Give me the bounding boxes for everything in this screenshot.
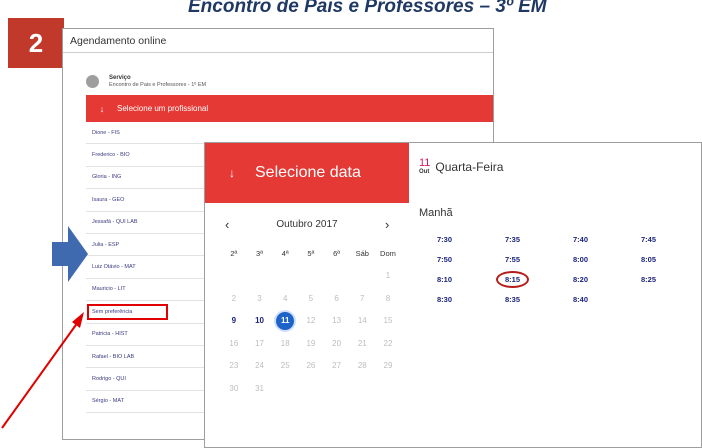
select-professional-label: Selecione um profissional [117, 104, 209, 113]
service-label: Serviço [109, 74, 131, 81]
select-date-label: Selecione data [255, 164, 361, 181]
day-name: Quarta-Feira [435, 159, 504, 174]
time-slot[interactable]: 8:30 [437, 295, 505, 304]
calendar-day[interactable]: 25 [272, 361, 298, 370]
app-header: Agendamento online [63, 29, 493, 53]
calendar-day[interactable]: 21 [349, 339, 375, 348]
arrow-down-icon: ↓ [99, 103, 105, 114]
calendar-day[interactable]: 4 [272, 294, 298, 303]
calendar-day[interactable]: 12 [298, 316, 324, 325]
time-slot[interactable]: 8:10 [437, 275, 505, 284]
calendar-day[interactable]: 31 [247, 384, 273, 393]
arrow-down-icon: ↓ [229, 166, 235, 180]
service-value: Encontro de Pais e Professores - 1º EM [109, 81, 207, 88]
calendar-day[interactable]: 5 [298, 294, 324, 303]
calendar-day[interactable]: 15 [375, 316, 401, 325]
weekday-label: Sáb [355, 248, 369, 258]
time-slot[interactable]: 7:50 [437, 255, 505, 264]
select-professional-header[interactable]: ↓ Selecione um profissional [86, 95, 493, 122]
selected-day-header: 11 Out Quarta-Feira [419, 157, 504, 176]
time-slot[interactable]: 8:25 [641, 275, 701, 284]
time-grid: 7:30 7:35 7:40 7:45 7:50 7:55 8:00 8:05 8:10 8:15… [437, 229, 701, 309]
time-slot[interactable]: 7:55 [505, 255, 573, 264]
select-date-header[interactable]: ↓ Selecione data [205, 143, 409, 203]
calendar-day[interactable]: 16 [221, 339, 247, 348]
calendar-day[interactable]: 9 [221, 316, 247, 325]
time-slot[interactable]: 7:35 [505, 235, 573, 244]
step-badge: 2 [8, 18, 64, 68]
weekday-label: 2ª [230, 248, 238, 258]
day-number: 11 [419, 157, 431, 169]
weekday-label: 5ª [307, 248, 315, 258]
calendar-day[interactable]: 23 [221, 361, 247, 370]
time-slot[interactable]: 8:05 [641, 255, 701, 264]
weekday-label: 3ª [256, 248, 263, 258]
calendar-day[interactable]: 22 [375, 339, 401, 348]
time-slot[interactable]: 8:20 [573, 275, 641, 284]
calendar-day-selected[interactable]: 11 [272, 311, 298, 330]
calendar-day[interactable]: 10 [247, 316, 273, 325]
day-month: Out [419, 169, 430, 175]
calendar-day[interactable]: 13 [324, 316, 350, 325]
weekday-label: Dom [380, 248, 396, 258]
service-icon [86, 74, 99, 88]
calendar-day[interactable]: 28 [349, 361, 375, 370]
calendar-day[interactable]: 26 [298, 361, 324, 370]
calendar-day[interactable]: 8 [375, 294, 401, 303]
red-pointer-arrow-icon [1, 312, 84, 429]
date-time-window: ↓ Selecione data ‹ Outubro 2017 › 2ª 3ª 4ª… [204, 142, 702, 448]
period-label: Manhã [419, 207, 453, 219]
calendar-day[interactable]: 1 [375, 271, 401, 280]
calendar-day[interactable]: 6 [324, 294, 350, 303]
calendar-day[interactable]: 20 [324, 339, 350, 348]
weekday-label: 6ª [333, 248, 341, 258]
calendar-day[interactable]: 29 [375, 361, 401, 370]
calendar-day[interactable]: 18 [272, 339, 298, 348]
time-slots-panel: 11 Out Quarta-Feira Manhã 7:30 7:35 7:40 7:… [409, 143, 701, 447]
next-month-button[interactable]: › [385, 217, 389, 232]
calendar-day[interactable]: 24 [247, 361, 273, 370]
service-info: Serviço Encontro de Pais e Professores -… [86, 69, 206, 93]
calendar-day[interactable]: 17 [247, 339, 273, 348]
blue-pointer-arrow-icon [52, 226, 88, 282]
time-slot[interactable]: 7:30 [437, 235, 505, 244]
time-slot[interactable]: 8:00 [573, 255, 641, 264]
calendar-day[interactable]: 30 [221, 384, 247, 393]
calendar-day[interactable]: 7 [349, 294, 375, 303]
calendar-day[interactable]: 14 [349, 316, 375, 325]
calendar-day[interactable]: 3 [247, 294, 273, 303]
time-slot[interactable]: 7:45 [641, 235, 701, 244]
weekday-label: 4ª [281, 248, 289, 258]
time-slot[interactable]: 7:40 [573, 235, 641, 244]
calendar-day[interactable]: 27 [324, 361, 350, 370]
time-slot[interactable]: 8:40 [573, 295, 641, 304]
time-slot-highlighted[interactable]: 8:15 [496, 270, 573, 288]
calendar-day[interactable]: 2 [221, 294, 247, 303]
calendar-month: Outubro 2017 [276, 219, 338, 230]
time-slot[interactable]: 8:35 [505, 295, 573, 304]
calendar-grid: 2ª 3ª 4ª 5ª 6ª Sáb Dom 1 2 3 4 5 6 7 8 9 10 11 12 13 14 15 16 1… [221, 242, 401, 400]
banner-title: Encontro de Pais e Professores – 3º EM [188, 0, 547, 17]
calendar-day[interactable]: 19 [298, 339, 324, 348]
